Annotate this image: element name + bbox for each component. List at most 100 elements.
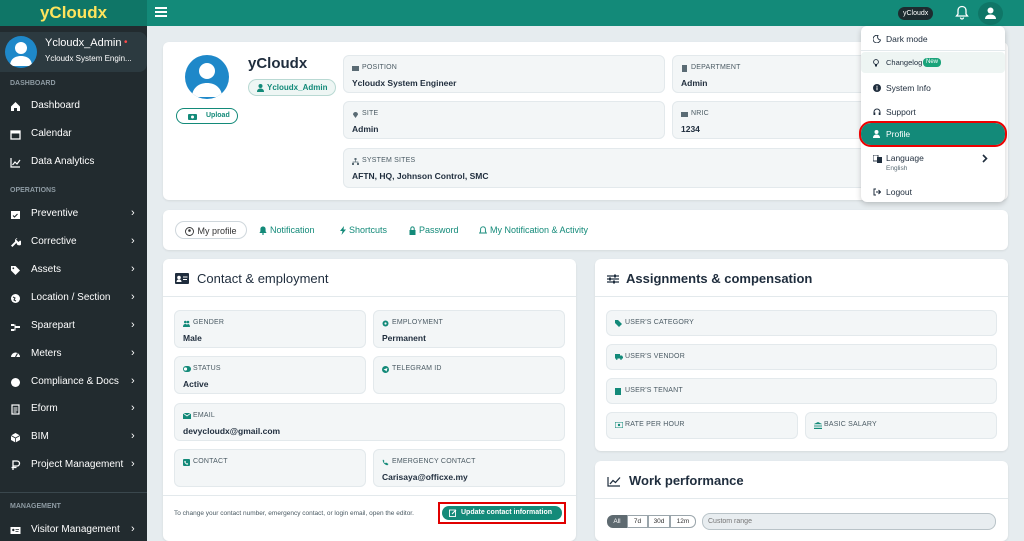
range-12m-button[interactable]: 12m — [670, 515, 696, 528]
online-status-dot: • — [124, 37, 128, 48]
field-value: Ycloudx System Engineer — [352, 78, 457, 88]
assignments-card: Assignments & compensation USER'S CATEGO… — [595, 259, 1008, 451]
info-icon — [873, 84, 881, 92]
email-field: EMAIL devycloudx@gmail.com — [174, 403, 565, 441]
phone-icon — [382, 459, 389, 466]
tag-icon — [615, 320, 622, 327]
sidebar-item-dashboard[interactable]: Dashboard — [0, 94, 147, 118]
sidebar-user-name: Ycloudx_Admin — [45, 37, 122, 49]
sidebar-item-label: Dashboard — [31, 100, 80, 111]
field-value: Carisaya@officxe.my — [382, 472, 468, 482]
tab-my-notification-activity[interactable]: My Notification & Activity — [479, 221, 588, 239]
chevron-right-icon: › — [131, 291, 135, 303]
calendar-icon — [10, 129, 21, 140]
update-contact-button[interactable]: Update contact information — [442, 506, 562, 520]
sidebar-item-calendar[interactable]: Calendar — [0, 122, 147, 146]
update-contact-label: Update contact information — [461, 509, 553, 516]
lock-icon — [409, 226, 416, 236]
menu-item-system-info[interactable]: System Info — [861, 77, 1005, 99]
section-divider — [163, 296, 576, 297]
tab-notification[interactable]: Notification — [259, 221, 315, 239]
sidebar-item-preventive[interactable]: Preventive › — [0, 202, 147, 226]
sidebar-item-label: Calendar — [31, 128, 72, 139]
hamburger-menu-icon[interactable] — [155, 6, 167, 18]
sidebar-item-label: Visitor Management — [31, 524, 120, 535]
menu-item-changelog[interactable]: Changelog New — [861, 52, 1005, 73]
custom-range-input[interactable] — [702, 513, 996, 530]
tab-label: My profile — [197, 226, 237, 236]
status-field: STATUS Active — [174, 356, 366, 394]
sidebar-item-meters[interactable]: Meters › — [0, 342, 147, 366]
certificate-icon — [10, 377, 21, 388]
range-all-button[interactable]: All — [607, 515, 627, 528]
menu-item-support[interactable]: Support — [861, 101, 1005, 123]
cube-icon — [10, 432, 21, 443]
sidebar-item-label: Project Management — [31, 459, 124, 470]
sidebar-item-sparepart[interactable]: Sparepart › — [0, 314, 147, 338]
chevron-right-icon: › — [131, 347, 135, 359]
user-menu-button[interactable] — [978, 2, 1003, 25]
field-label: NRIC — [691, 110, 709, 117]
sidebar-item-label: Assets — [31, 264, 62, 275]
sidebar-item-eform[interactable]: Eform › — [0, 397, 147, 421]
tab-password[interactable]: Password — [409, 221, 459, 239]
id-card-icon — [10, 525, 21, 536]
upload-button[interactable]: Upload — [176, 108, 238, 124]
tab-shortcuts[interactable]: Shortcuts — [340, 221, 387, 239]
range-7d-button[interactable]: 7d — [627, 515, 648, 528]
sidebar-item-bim[interactable]: BIM › — [0, 425, 147, 449]
sidebar-item-compliance-docs[interactable]: Compliance & Docs › — [0, 370, 147, 394]
tab-label: My Notification & Activity — [490, 225, 589, 235]
sidebar-item-project-management[interactable]: Project Management › — [0, 453, 147, 477]
field-label: CONTACT — [193, 458, 228, 465]
range-30d-button[interactable]: 30d — [648, 515, 670, 528]
chevron-right-icon: › — [131, 235, 135, 247]
menu-item-logout[interactable]: Logout — [861, 181, 1005, 203]
chevron-right-icon: › — [131, 458, 135, 470]
contact-field: CONTACT — [174, 449, 366, 487]
field-label: SITE — [362, 110, 379, 117]
sidebar-item-assets[interactable]: Assets › — [0, 258, 147, 282]
new-badge: New — [923, 58, 942, 67]
section-divider — [595, 296, 1008, 297]
sidebar-item-visitor-management[interactable]: Visitor Management › — [0, 518, 147, 541]
edit-icon — [449, 509, 457, 517]
field-label: STATUS — [193, 365, 221, 372]
truck-icon — [615, 354, 623, 361]
sidebar: Ycloudx_Admin • Ycloudx System Engin... … — [0, 26, 147, 541]
field-value: Active — [183, 379, 209, 389]
menu-item-dark-mode[interactable]: Dark mode — [861, 28, 1005, 50]
tab-my-profile[interactable]: My profile — [175, 221, 247, 239]
sidebar-user-card[interactable]: Ycloudx_Admin • Ycloudx System Engin... — [0, 32, 147, 72]
bolt-icon — [340, 226, 346, 236]
employment-field: EMPLOYMENT Permanent — [373, 310, 565, 348]
profile-avatar — [185, 55, 229, 99]
users-icon — [183, 320, 190, 327]
field-label: GENDER — [193, 319, 225, 326]
sidebar-heading-operations: OPERATIONS — [10, 187, 56, 194]
chevron-right-icon: › — [131, 430, 135, 442]
sidebar-item-data-analytics[interactable]: Data Analytics — [0, 150, 147, 174]
field-label: USER'S TENANT — [625, 387, 683, 394]
menu-item-profile[interactable]: Profile — [859, 121, 1007, 147]
site-chip[interactable]: yCloudx — [898, 7, 934, 20]
menu-item-language[interactable]: Language English — [861, 149, 1005, 177]
field-label: EMERGENCY CONTACT — [392, 458, 476, 465]
building-icon — [681, 65, 688, 72]
chart-icon — [10, 157, 21, 168]
field-value: Admin — [681, 78, 708, 88]
field-value: devycloudx@gmail.com — [183, 426, 281, 436]
sidebar-heading-dashboard: DASHBOARD — [10, 80, 56, 87]
bell-icon[interactable] — [955, 5, 969, 20]
sidebar-item-location-section[interactable]: Location / Section › — [0, 286, 147, 310]
menu-item-label: Profile — [886, 129, 911, 139]
menu-item-label: Dark mode — [886, 34, 928, 44]
language-icon — [873, 155, 882, 163]
id-badge-icon — [352, 65, 359, 72]
sidebar-item-corrective[interactable]: Corrective › — [0, 230, 147, 254]
field-label: USER'S CATEGORY — [625, 319, 695, 326]
globe-icon — [10, 293, 21, 304]
basic-salary-field: BASIC SALARY — [805, 412, 997, 439]
brand-logo[interactable]: yCloudx — [0, 0, 147, 26]
user-vendor-field: USER'S VENDOR — [606, 344, 997, 370]
